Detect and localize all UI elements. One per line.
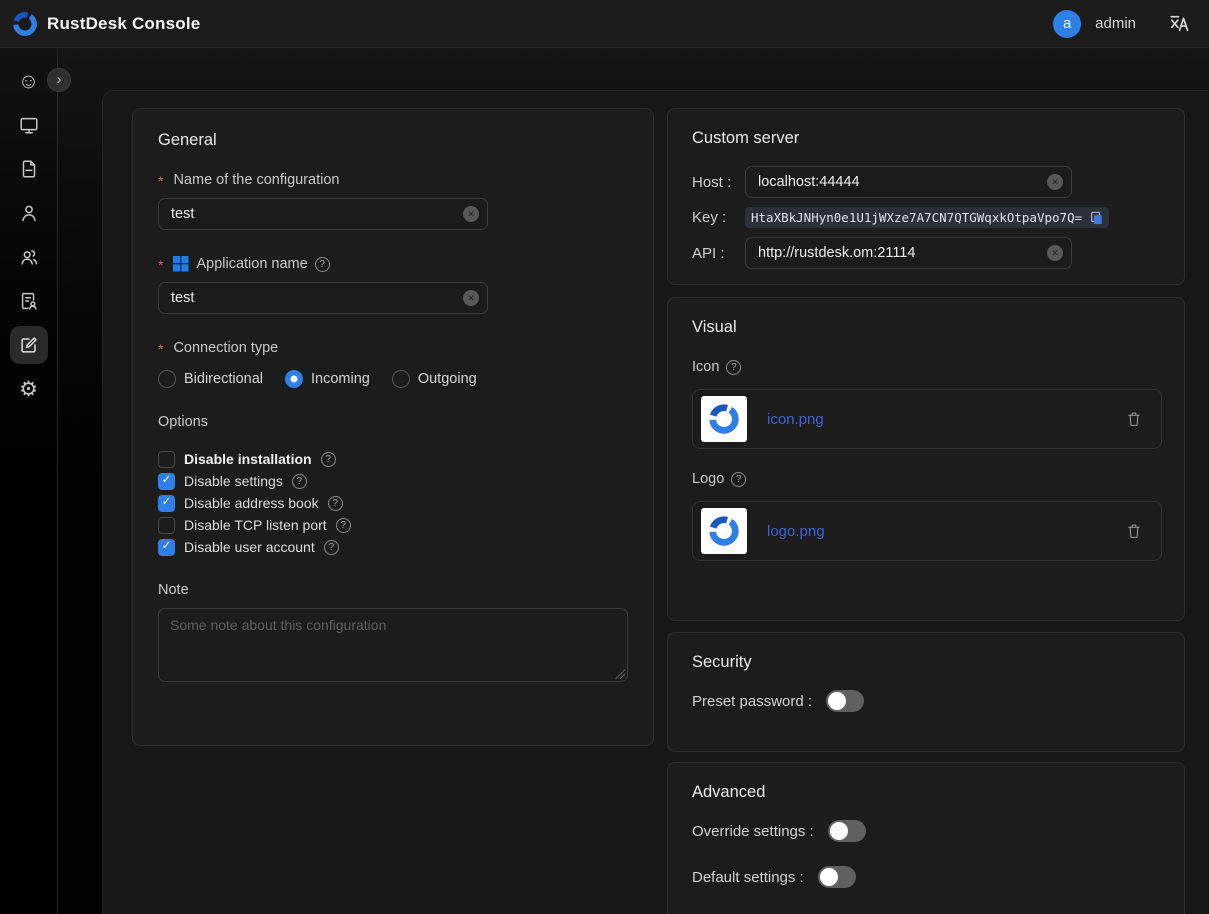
user-avatar[interactable]: a: [1053, 10, 1081, 38]
checkbox-disable-settings[interactable]: ✓ Disable settings: [158, 470, 628, 492]
sidebar-item-settings[interactable]: ⚙: [10, 370, 48, 408]
icon-help-icon[interactable]: [726, 360, 741, 375]
monitor-devices-icon: [18, 114, 40, 136]
main-panel: General Name of the configuration Applic…: [102, 90, 1209, 914]
logo-help-icon[interactable]: [731, 472, 746, 487]
edit-configuration-icon: [18, 334, 40, 356]
radio-bidirectional[interactable]: Bidirectional: [158, 370, 263, 388]
application-name-input[interactable]: [158, 282, 488, 314]
gear-settings-icon: ⚙: [19, 379, 38, 400]
checkbox-disable-installation[interactable]: ✓ Disable installation: [158, 448, 628, 470]
user-icon: [18, 202, 40, 224]
disable-user-account-help-icon[interactable]: [324, 540, 339, 555]
config-name-input[interactable]: [158, 198, 488, 230]
api-label: API :: [692, 245, 745, 262]
document-person-icon: [18, 290, 40, 312]
general-title: General: [158, 131, 628, 150]
visual-card: Visual Icon icon.png: [667, 297, 1185, 621]
icon-preview-image: [701, 396, 747, 442]
sidebar-item-status[interactable]: ☺: [10, 62, 48, 100]
translate-icon[interactable]: [1168, 13, 1189, 34]
override-settings-label: Override settings :: [692, 823, 814, 840]
logo-file-link[interactable]: logo.png: [767, 523, 825, 540]
general-card: General Name of the configuration Applic…: [132, 108, 654, 746]
checkbox-disable-tcp-listen-port[interactable]: ✓ Disable TCP listen port: [158, 514, 628, 536]
host-label: Host :: [692, 174, 745, 191]
clear-config-name-icon[interactable]: [463, 206, 479, 222]
preset-password-toggle[interactable]: [826, 690, 864, 712]
app-title: RustDesk Console: [47, 14, 200, 34]
sidebar-item-devices[interactable]: [10, 106, 48, 144]
copy-icon[interactable]: [1089, 211, 1103, 225]
sidebar-item-users[interactable]: [10, 194, 48, 232]
note-textarea[interactable]: [158, 608, 628, 682]
custom-server-card: Custom server Host : Key : HtaXBkJNHyn0e…: [667, 108, 1185, 285]
users-group-icon: [18, 246, 40, 268]
clear-application-name-icon[interactable]: [463, 290, 479, 306]
logo-preview-image: [701, 508, 747, 554]
custom-server-title: Custom server: [692, 129, 1160, 148]
default-settings-label: Default settings :: [692, 869, 804, 886]
icon-file-row: icon.png: [692, 389, 1162, 449]
logo-label: Logo: [692, 471, 1160, 487]
override-settings-toggle[interactable]: [828, 820, 866, 842]
brand: RustDesk Console: [12, 11, 200, 37]
options-label: Options: [158, 414, 628, 430]
chevron-right-icon: ›: [57, 72, 62, 87]
advanced-title: Advanced: [692, 783, 1160, 802]
document-icon: [18, 158, 40, 180]
rustdesk-logo-icon: [12, 11, 38, 37]
disable-address-book-help-icon[interactable]: [328, 496, 343, 511]
windows-icon: [173, 256, 189, 272]
checkbox-disable-user-account[interactable]: ✓ Disable user account: [158, 536, 628, 558]
clear-api-icon[interactable]: [1047, 245, 1063, 261]
delete-logo-trash-icon[interactable]: [1125, 522, 1143, 540]
checkbox-disable-address-book[interactable]: ✓ Disable address book: [158, 492, 628, 514]
application-name-label: Application name: [158, 256, 628, 272]
logo-file-row: logo.png: [692, 501, 1162, 561]
api-input[interactable]: [745, 237, 1072, 269]
disable-installation-help-icon[interactable]: [321, 452, 336, 467]
connection-type-label: Connection type: [158, 340, 628, 356]
delete-icon-trash-icon[interactable]: [1125, 410, 1143, 428]
user-name[interactable]: admin: [1095, 15, 1136, 32]
key-label: Key :: [692, 209, 745, 226]
sidebar-item-configurations[interactable]: [10, 326, 48, 364]
host-input[interactable]: [745, 166, 1072, 198]
visual-title: Visual: [692, 318, 1160, 337]
preset-password-label: Preset password :: [692, 693, 812, 710]
smiley-status-icon: ☺: [18, 71, 39, 92]
sidebar: ☺: [0, 48, 58, 914]
icon-label: Icon: [692, 359, 1160, 375]
disable-settings-help-icon[interactable]: [292, 474, 307, 489]
connection-type-group: Bidirectional Incoming Outgoing: [158, 370, 628, 388]
application-name-help-icon[interactable]: [315, 257, 330, 272]
advanced-card: Advanced Override settings : Default set…: [667, 762, 1185, 914]
radio-incoming[interactable]: Incoming: [285, 370, 370, 388]
config-name-label: Name of the configuration: [158, 172, 628, 188]
clear-host-icon[interactable]: [1047, 174, 1063, 190]
sidebar-item-groups[interactable]: [10, 238, 48, 276]
note-label: Note: [158, 582, 628, 598]
radio-outgoing[interactable]: Outgoing: [392, 370, 477, 388]
key-value: HtaXBkJNHyn0e1U1jWXze7A7CN7QTGWqxkOtpaVp…: [751, 210, 1082, 225]
sidebar-collapse-button[interactable]: ›: [47, 68, 71, 92]
security-title: Security: [692, 653, 1160, 672]
default-settings-toggle[interactable]: [818, 866, 856, 888]
header-bar: RustDesk Console a admin: [0, 0, 1209, 48]
sidebar-item-audit[interactable]: [10, 282, 48, 320]
security-card: Security Preset password :: [667, 632, 1185, 752]
sidebar-item-files[interactable]: [10, 150, 48, 188]
key-value-chip: HtaXBkJNHyn0e1U1jWXze7A7CN7QTGWqxkOtpaVp…: [745, 207, 1109, 228]
icon-file-link[interactable]: icon.png: [767, 411, 824, 428]
disable-tcp-listen-port-help-icon[interactable]: [336, 518, 351, 533]
